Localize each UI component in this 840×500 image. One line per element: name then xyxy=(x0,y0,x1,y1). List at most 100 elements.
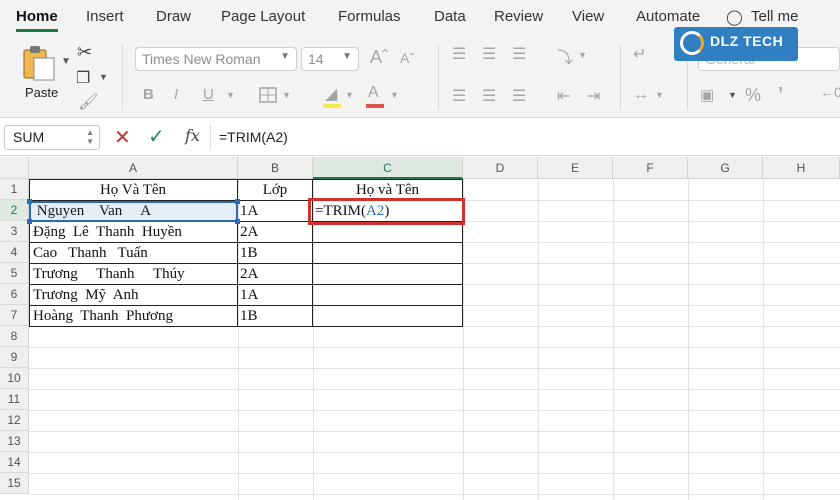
align-middle-icon[interactable]: ☰ xyxy=(482,44,496,64)
font-color-dropdown-icon[interactable]: ▼ xyxy=(390,90,399,100)
row-header[interactable]: 6 xyxy=(0,284,29,305)
orientation-icon[interactable]: ⤵ xyxy=(557,44,573,68)
tab-page-layout[interactable]: Page Layout xyxy=(221,8,305,25)
fill-color-icon[interactable]: ◢ xyxy=(325,84,337,104)
paste-label: Paste xyxy=(25,85,59,100)
tab-data[interactable]: Data xyxy=(434,8,466,25)
resize-handle[interactable] xyxy=(235,219,240,224)
cell-b4[interactable]: 1B xyxy=(238,243,312,264)
font-name-select[interactable]: Times New Roman ▼ xyxy=(135,47,297,71)
paste-dropdown-icon[interactable]: ▼ xyxy=(61,56,71,67)
cell-a5[interactable]: Trương Thanh Thúy xyxy=(31,264,236,285)
underline-button[interactable]: U xyxy=(203,86,214,103)
row-header[interactable]: 14 xyxy=(0,452,29,473)
resize-handle[interactable] xyxy=(27,199,32,204)
column-header-b[interactable]: B xyxy=(238,157,313,179)
column-header-c[interactable]: C xyxy=(313,157,463,179)
chevron-down-icon: ▼ xyxy=(342,51,352,62)
cut-icon[interactable]: ✂ xyxy=(77,42,92,63)
comma-style-icon[interactable]: ’ xyxy=(778,84,783,105)
borders-icon[interactable] xyxy=(258,86,278,104)
row-header[interactable]: 15 xyxy=(0,473,29,494)
underline-dropdown-icon[interactable]: ▼ xyxy=(226,90,235,100)
fill-dropdown-icon[interactable]: ▼ xyxy=(345,90,354,100)
resize-handle[interactable] xyxy=(27,219,32,224)
row-header[interactable]: 10 xyxy=(0,368,29,389)
name-box[interactable]: SUM ▲ ▼ xyxy=(4,125,100,150)
header-cell-class[interactable]: Lớp xyxy=(238,180,312,201)
formula-input[interactable]: =TRIM(A2) xyxy=(219,129,288,145)
paste-icon[interactable] xyxy=(20,44,60,84)
enter-check-icon[interactable]: ✓ xyxy=(148,124,165,149)
align-top-icon[interactable]: ☰ xyxy=(452,44,466,64)
column-header-a[interactable]: A xyxy=(29,157,238,179)
align-right-icon[interactable]: ☰ xyxy=(512,86,526,106)
spinner-icon[interactable]: ▲ ▼ xyxy=(86,128,94,146)
column-header-g[interactable]: G xyxy=(688,157,763,179)
cell-a4[interactable]: Cao Thanh Tuấn xyxy=(31,243,236,264)
cell-b6[interactable]: 1A xyxy=(238,285,312,306)
header-cell-name[interactable]: Họ Và Tên xyxy=(29,180,237,201)
borders-dropdown-icon[interactable]: ▼ xyxy=(282,90,291,100)
decimal-icon[interactable]: ←0 xyxy=(820,84,840,100)
cell-b3[interactable]: 2A xyxy=(238,222,312,243)
tab-review[interactable]: Review xyxy=(494,8,543,25)
copy-icon[interactable]: ❐ xyxy=(76,68,90,88)
cancel-icon[interactable]: ✕ xyxy=(114,125,131,150)
orientation-dropdown-icon[interactable]: ▼ xyxy=(578,50,587,60)
accounting-format-icon[interactable]: ▣ xyxy=(700,86,714,104)
percent-icon[interactable]: % xyxy=(745,85,761,106)
row-header[interactable]: 7 xyxy=(0,305,29,326)
row-header[interactable]: 9 xyxy=(0,347,29,368)
column-header-f[interactable]: F xyxy=(613,157,688,179)
cell-a7[interactable]: Hoàng Thanh Phương xyxy=(31,306,236,327)
cell-b5[interactable]: 2A xyxy=(238,264,312,285)
row-header[interactable]: 5 xyxy=(0,263,29,284)
tab-tell-me[interactable]: Tell me xyxy=(751,8,799,25)
row-header[interactable]: 3 xyxy=(0,221,29,242)
row-header[interactable]: 11 xyxy=(0,389,29,410)
decrease-font-icon[interactable]: Aˇ xyxy=(400,50,414,66)
italic-button[interactable]: I xyxy=(174,86,178,103)
tab-insert[interactable]: Insert xyxy=(86,8,124,25)
increase-indent-icon[interactable]: ⇥ xyxy=(587,86,600,106)
increase-font-icon[interactable]: Aˆ xyxy=(370,47,388,68)
row-header[interactable]: 12 xyxy=(0,410,29,431)
tab-formulas[interactable]: Formulas xyxy=(338,8,401,25)
decrease-indent-icon[interactable]: ⇤ xyxy=(557,86,570,106)
row-header[interactable]: 4 xyxy=(0,242,29,263)
row-header[interactable]: 8 xyxy=(0,326,29,347)
tab-view[interactable]: View xyxy=(572,8,604,25)
gridline xyxy=(29,410,840,411)
cell-a3[interactable]: Đặng Lê Thanh Huyền xyxy=(31,222,236,243)
font-name-value: Times New Roman xyxy=(142,51,261,67)
select-all-corner[interactable] xyxy=(0,157,29,179)
merge-dropdown-icon[interactable]: ▼ xyxy=(655,90,664,100)
column-header-d[interactable]: D xyxy=(463,157,538,179)
resize-handle[interactable] xyxy=(235,199,240,204)
align-bottom-icon[interactable]: ☰ xyxy=(512,44,526,64)
wrap-text-icon[interactable]: ↵ xyxy=(633,44,646,64)
cell-a6[interactable]: Trương Mỹ Anh xyxy=(31,285,236,306)
column-header-e[interactable]: E xyxy=(538,157,613,179)
column-header-h[interactable]: H xyxy=(763,157,840,179)
merge-center-icon[interactable]: ↔ xyxy=(633,86,649,104)
tab-home[interactable]: Home xyxy=(16,8,58,32)
accounting-dropdown-icon[interactable]: ▼ xyxy=(728,90,737,100)
tab-automate[interactable]: Automate xyxy=(636,8,700,25)
gridline xyxy=(29,368,840,369)
copy-dropdown-icon[interactable]: ▼ xyxy=(99,72,108,82)
font-size-select[interactable]: 14 ▼ xyxy=(301,47,359,71)
row-header[interactable]: 13 xyxy=(0,431,29,452)
format-painter-icon[interactable]: 🖌 xyxy=(78,92,98,112)
cell-b7[interactable]: 1B xyxy=(238,306,312,327)
tab-draw[interactable]: Draw xyxy=(156,8,191,25)
font-color-icon[interactable]: A xyxy=(368,84,379,102)
cell-b2[interactable]: 1A xyxy=(238,201,312,222)
align-left-icon[interactable]: ☰ xyxy=(452,86,466,106)
bold-button[interactable]: B xyxy=(143,86,154,103)
row-header[interactable]: 2 xyxy=(0,200,29,221)
align-center-icon[interactable]: ☰ xyxy=(482,86,496,106)
insert-function-button[interactable]: fx xyxy=(185,126,200,145)
row-header[interactable]: 1 xyxy=(0,179,29,200)
